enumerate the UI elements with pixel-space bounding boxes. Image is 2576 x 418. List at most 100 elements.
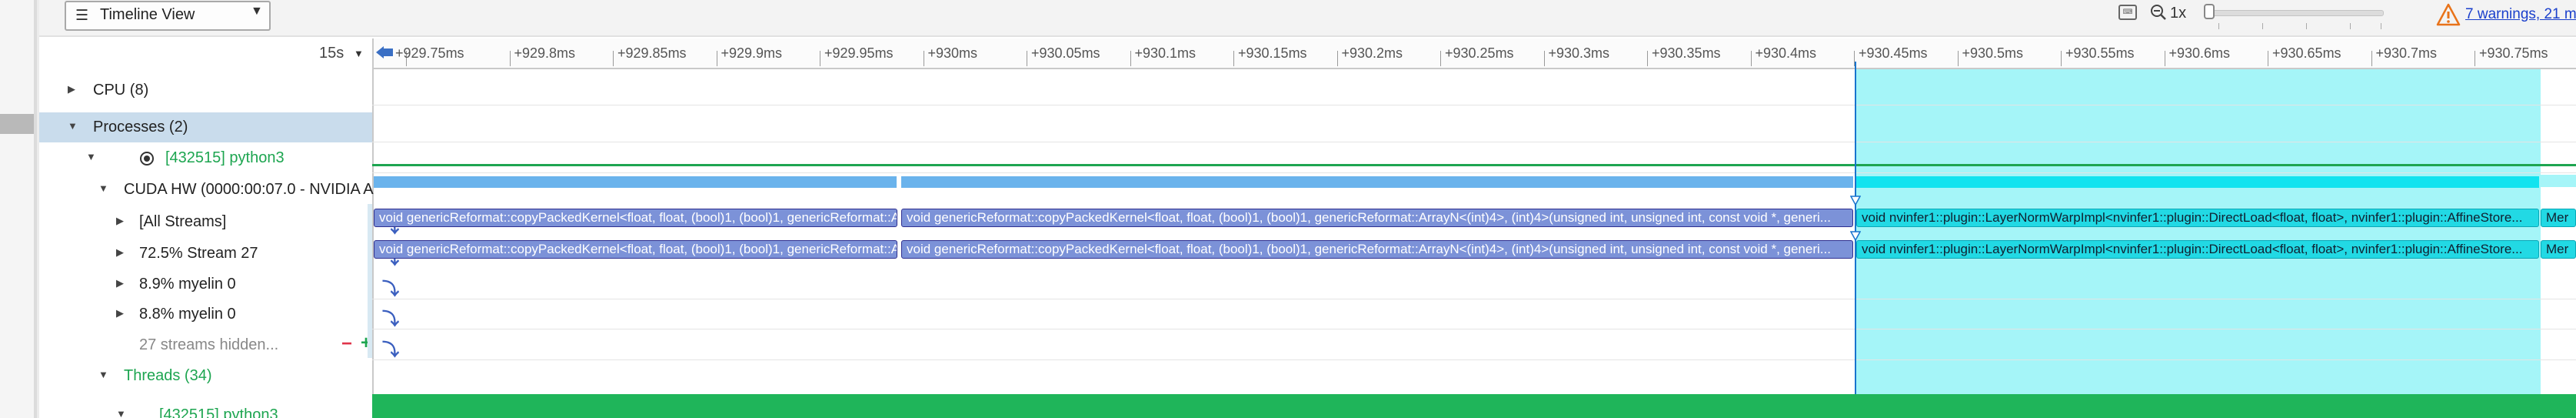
tree-row-stream-27[interactable]: ▶ 72.5% Stream 27 ⤵ bbox=[39, 239, 399, 269]
ruler-tick bbox=[613, 51, 614, 66]
minus-icon[interactable]: − bbox=[341, 333, 352, 355]
tree-row-cpu[interactable]: ▶ CPU (8) bbox=[39, 75, 372, 105]
chevron-down-icon[interactable]: ▼ bbox=[98, 369, 108, 380]
cuda-activity-bar[interactable] bbox=[2541, 175, 2576, 187]
ruler-tick bbox=[1543, 51, 1545, 66]
tree-row-cuda-hw[interactable]: ▼ CUDA HW (0000:00:07.0 - NVIDIA A bbox=[39, 175, 374, 205]
kernel-bar[interactable]: Mer bbox=[2541, 209, 2576, 227]
cpu-track[interactable] bbox=[372, 75, 2576, 105]
ruler-tick-label: +930.4ms bbox=[1755, 45, 1817, 61]
chevron-right-icon[interactable]: ▶ bbox=[116, 215, 124, 227]
zoom-slider-thumb[interactable] bbox=[2204, 4, 2215, 19]
chevron-down-icon[interactable]: ▼ bbox=[116, 408, 126, 418]
chevron-right-icon[interactable]: ▶ bbox=[116, 277, 124, 289]
slider-tick bbox=[2350, 23, 2351, 29]
kernel-bar[interactable]: void genericReformat::copyPackedKernel<f… bbox=[374, 240, 897, 259]
tree-row-processes[interactable]: ▼ Processes (2) bbox=[39, 112, 372, 142]
kernel-bar-selected[interactable]: void nvinfer1::plugin::LayerNormWarpImpl… bbox=[1856, 240, 2539, 259]
ruler-tick bbox=[1957, 51, 1959, 66]
ruler-tick bbox=[2371, 51, 2372, 66]
ruler-tick bbox=[1130, 51, 1131, 66]
tree-label: [432515] python3 bbox=[159, 406, 278, 418]
process-track[interactable] bbox=[372, 143, 2576, 173]
process-radio-icon[interactable] bbox=[140, 152, 154, 166]
ruler-tick-label: +930.35ms bbox=[1652, 45, 1721, 61]
ruler-tick-label: +930.1ms bbox=[1134, 45, 1196, 61]
ruler-tick-label: +930.2ms bbox=[1341, 45, 1403, 61]
myelin-b-track[interactable] bbox=[372, 299, 2576, 329]
ruler-tick-label: +929.8ms bbox=[514, 45, 576, 61]
kernel-bar[interactable]: Mer bbox=[2541, 240, 2576, 259]
processes-track[interactable] bbox=[372, 112, 2576, 142]
time-scale-label: 15s bbox=[319, 45, 344, 62]
zoom-level: 1x bbox=[2170, 5, 2187, 22]
timeline-marker-icon[interactable] bbox=[376, 45, 396, 59]
tree-row-hidden-streams[interactable]: 27 streams hidden... − + ⤵ bbox=[39, 330, 399, 360]
ruler-tick bbox=[2474, 51, 2475, 66]
view-select-label: Timeline View bbox=[100, 6, 195, 23]
chevron-down-icon[interactable]: ▼ bbox=[354, 48, 364, 59]
tree-row-all-streams[interactable]: ▶ [All Streams] ⤵ bbox=[39, 207, 399, 237]
kernel-bar-selected[interactable]: void nvinfer1::plugin::LayerNormWarpImpl… bbox=[1856, 209, 2539, 227]
toolbar bbox=[39, 0, 2576, 37]
tree-label: 72.5% Stream 27 bbox=[139, 245, 258, 262]
chevron-down-icon[interactable]: ▼ bbox=[98, 182, 108, 194]
ruler-tick bbox=[1336, 51, 1338, 66]
threads-activity-bar[interactable] bbox=[372, 394, 2576, 418]
chevron-down-icon[interactable]: ▼ bbox=[68, 120, 78, 132]
ruler-tick bbox=[1440, 51, 1441, 66]
chevron-down-icon: ▼ bbox=[251, 5, 263, 18]
kernel-bar[interactable]: void genericReformat::copyPackedKernel<f… bbox=[374, 209, 897, 227]
ruler-tick-label: +930.15ms bbox=[1238, 45, 1307, 61]
chevron-right-icon[interactable]: ▶ bbox=[116, 246, 124, 259]
tree-label: 8.9% myelin 0 bbox=[139, 276, 236, 293]
selection-marker-icon bbox=[1850, 196, 1861, 206]
kernel-bar[interactable]: void genericReformat::copyPackedKernel<f… bbox=[901, 209, 1853, 227]
tree-label: [432515] python3 bbox=[165, 149, 285, 166]
chevron-down-icon[interactable]: ▼ bbox=[86, 151, 96, 162]
tree-row-myelin-a[interactable]: ▶ 8.9% myelin 0 ⤵ bbox=[39, 269, 399, 299]
zoom-slider-track[interactable] bbox=[2207, 10, 2384, 16]
process-activity-line bbox=[372, 164, 2576, 166]
tree-label: Processes (2) bbox=[93, 119, 188, 135]
hamburger-menu-icon: ☰ bbox=[75, 8, 89, 24]
ruler-tick-label: +930.55ms bbox=[2065, 45, 2135, 61]
ruler-tick-label: +930.75ms bbox=[2479, 45, 2548, 61]
ruler-tick-label: +930.45ms bbox=[1859, 45, 1928, 61]
ruler-tick-label: +929.85ms bbox=[617, 45, 687, 61]
cuda-activity-bar[interactable] bbox=[1856, 176, 2539, 188]
slider-tick bbox=[2306, 23, 2307, 29]
kernel-bar[interactable]: void genericReformat::copyPackedKernel<f… bbox=[901, 240, 1853, 259]
ruler-tick bbox=[2061, 51, 2062, 66]
ruler-tick-label: +930.3ms bbox=[1548, 45, 1610, 61]
zoom-out-icon[interactable] bbox=[2150, 4, 2167, 21]
ruler-tick-label: +929.95ms bbox=[824, 45, 894, 61]
warnings-link[interactable]: 7 warnings, 21 m bbox=[2465, 6, 2576, 23]
tree-label: 27 streams hidden... bbox=[139, 336, 279, 353]
cuda-activity-bar[interactable] bbox=[374, 176, 897, 188]
warning-icon[interactable] bbox=[2436, 3, 2461, 26]
ruler-tick bbox=[1750, 51, 1752, 66]
keyboard-icon[interactable]: ⌨ bbox=[2118, 5, 2137, 20]
myelin-a-track[interactable] bbox=[372, 269, 2576, 299]
chevron-right-icon[interactable]: ▶ bbox=[68, 83, 75, 95]
ruler-tick-label: +930.6ms bbox=[2168, 45, 2231, 61]
ruler-tick-label: +930.25ms bbox=[1445, 45, 1514, 61]
tree-row-thread[interactable]: ▼ [432515] python3 bbox=[39, 400, 372, 418]
slider-tick bbox=[2218, 23, 2219, 29]
tree-row-threads[interactable]: ▼ Threads (34) bbox=[39, 361, 372, 391]
cuda-activity-bar[interactable] bbox=[901, 176, 1853, 188]
ruler-tick-label: +930.05ms bbox=[1031, 45, 1100, 61]
gutter-scroll-indicator[interactable] bbox=[0, 114, 34, 134]
ruler-tick bbox=[509, 51, 511, 66]
selection-marker-icon bbox=[1850, 231, 1861, 242]
chevron-right-icon[interactable]: ▶ bbox=[116, 307, 124, 319]
hidden-streams-track[interactable] bbox=[372, 330, 2576, 360]
ruler-tick-label: +930.7ms bbox=[2375, 45, 2438, 61]
stream-highlight-stripe bbox=[368, 204, 372, 358]
tree-row-myelin-b[interactable]: ▶ 8.8% myelin 0 ⤵ bbox=[39, 299, 399, 329]
tree-row-process[interactable]: ▼ [432515] python3 bbox=[39, 143, 372, 173]
tree-label: CPU (8) bbox=[93, 82, 149, 99]
left-gutter bbox=[0, 0, 34, 418]
ruler-tick bbox=[1647, 51, 1648, 66]
